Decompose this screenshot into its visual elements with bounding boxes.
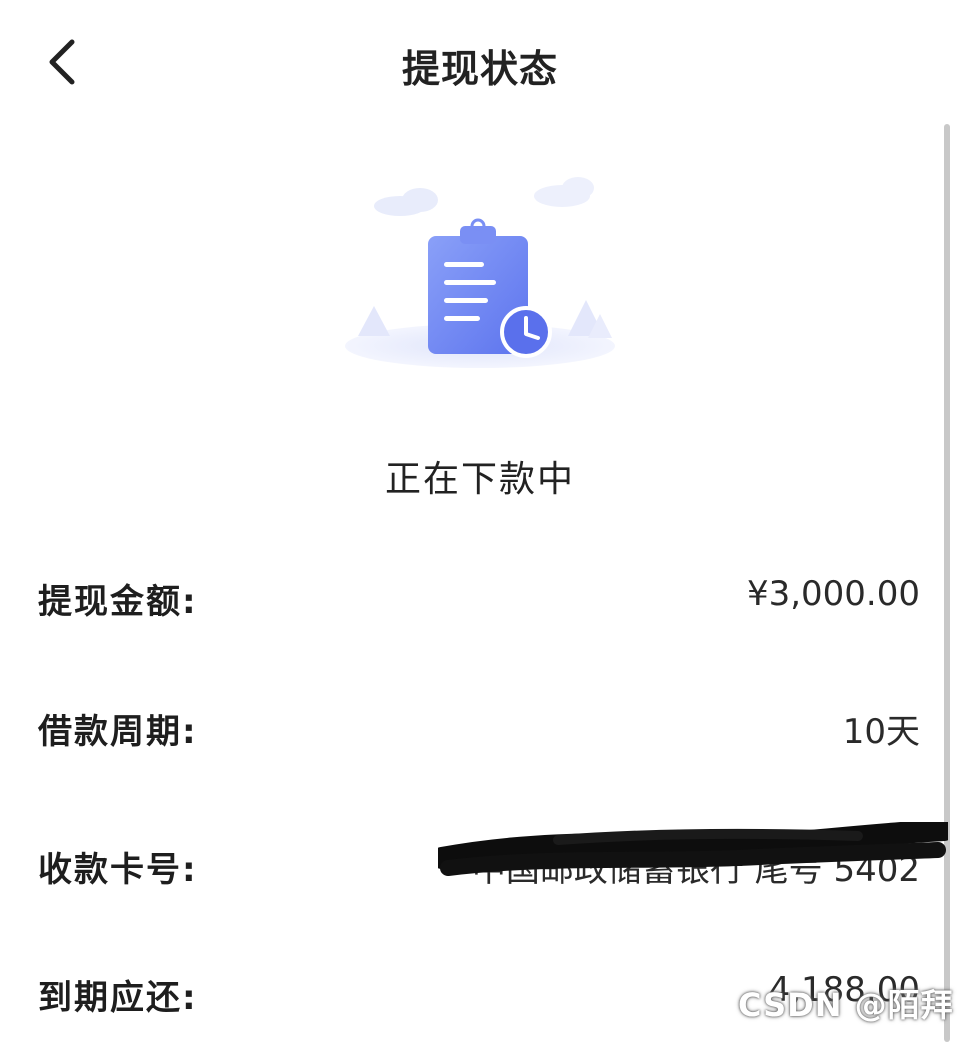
clipboard-clock-icon [345,177,615,368]
card-value: 中国邮政储蓄银行 尾号 5402 [471,850,920,890]
due-label: 到期应还: [38,978,198,1018]
detail-row-period: 借款周期: 10天 [38,696,920,756]
watermark: CSDN @陌拜 [738,976,953,1028]
nav-bar: 提现状态 [0,0,960,120]
status-illustration [340,168,620,398]
period-label: 借款周期: [38,712,198,752]
page-title: 提现状态 [401,47,558,91]
detail-row-amount: 提现金额: ¥3,000.00 [38,566,920,626]
detail-row-card: 收款卡号: 中国邮政储蓄银行 尾号 5402 [38,834,920,894]
card-label: 收款卡号: [38,850,198,890]
watermark-text: CSDN @陌拜 [738,986,954,1024]
status-text: 正在下款中 [384,459,575,500]
period-value: 10天 [842,712,920,752]
amount-label: 提现金额: [38,582,198,622]
amount-value: ¥3,000.00 [746,574,920,614]
scrollbar[interactable] [944,124,950,1042]
